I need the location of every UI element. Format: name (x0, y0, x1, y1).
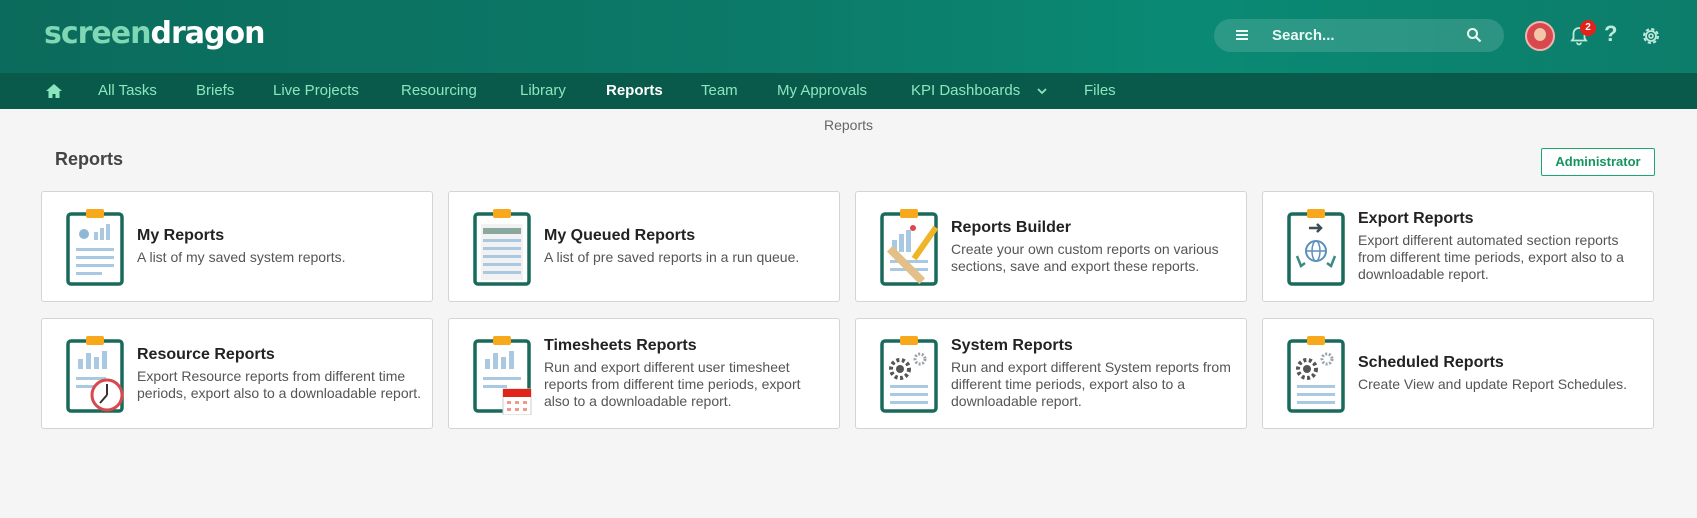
card-title: Reports Builder (951, 218, 1072, 236)
screendragon-logo[interactable]: screendragon (44, 16, 265, 51)
nav-item-library[interactable]: Library (520, 82, 566, 99)
report-card-my-reports[interactable]: My Reports A list of my saved system rep… (41, 191, 433, 302)
nav-item-briefs[interactable]: Briefs (196, 82, 234, 99)
card-description: Create View and update Report Schedules. (1358, 376, 1628, 392)
card-title: My Reports (137, 227, 225, 244)
nav-item-files[interactable]: Files (1084, 82, 1116, 99)
nav-item-team[interactable]: Team (701, 82, 738, 99)
search-icon[interactable] (1466, 27, 1482, 43)
card-title: System Reports (951, 337, 1073, 354)
report-card-resource-reports[interactable]: Resource Reports Export Resource reports… (41, 318, 433, 429)
home-icon[interactable] (44, 81, 64, 101)
report-card-system-reports[interactable]: System Reports Run and export different … (855, 318, 1247, 429)
clipboard-pencil-icon (880, 209, 939, 286)
report-card-export-reports[interactable]: Export Reports Export different automate… (1262, 191, 1654, 302)
menu-icon[interactable] (1234, 27, 1250, 43)
nav-item-kpi-dashboards[interactable]: KPI Dashboards (911, 82, 1020, 99)
nav-item-my-approvals[interactable]: My Approvals (777, 82, 867, 99)
card-description: Export Resource reports from different t… (137, 367, 422, 401)
clipboard-clock-icon (66, 336, 124, 413)
card-title: Resource Reports (137, 345, 275, 363)
card-title: My Queued Reports (544, 227, 696, 244)
gear-icon[interactable] (1640, 25, 1662, 47)
nav-item-resourcing[interactable]: Resourcing (401, 82, 477, 99)
report-card-reports-builder[interactable]: Reports Builder Create your own custom r… (855, 191, 1247, 302)
nav-item-live-projects[interactable]: Live Projects (273, 82, 359, 99)
top-header: screendragon Search... 2 ? (0, 0, 1697, 73)
nav-item-reports[interactable]: Reports (606, 82, 663, 99)
search-input[interactable]: Search... (1272, 27, 1335, 44)
card-title: Scheduled Reports (1358, 354, 1504, 371)
clipboard-calendar-icon (473, 336, 532, 415)
card-description: Export different automated section repor… (1358, 232, 1624, 282)
avatar-face (1534, 28, 1546, 41)
report-card-timesheets-reports[interactable]: Timesheets Reports Run and export differ… (448, 318, 840, 429)
avatar[interactable] (1525, 21, 1555, 51)
help-icon[interactable]: ? (1604, 21, 1617, 47)
card-description: Run and export different user timesheet … (544, 359, 801, 409)
nav-item-all-tasks[interactable]: All Tasks (98, 82, 157, 99)
card-description: A list of pre saved reports in a run que… (544, 249, 800, 265)
clipboard-list-icon (473, 209, 531, 286)
clipboard-gears-icon (1287, 336, 1345, 413)
card-title: Timesheets Reports (544, 337, 697, 354)
page-title: Reports (55, 149, 124, 169)
notification-badge: 2 (1580, 20, 1596, 36)
main-nav: All Tasks Briefs Live Projects Resourcin… (0, 73, 1697, 109)
search-bar[interactable]: Search... (1214, 19, 1504, 52)
clipboard-chart-icon (66, 209, 124, 286)
card-description: Create your own custom reports on variou… (951, 240, 1219, 274)
administrator-button[interactable]: Administrator (1541, 148, 1655, 176)
clipboard-globe-icon (1287, 209, 1345, 286)
card-description: A list of my saved system reports. (137, 249, 346, 265)
chevron-down-icon[interactable] (1036, 85, 1048, 97)
card-description: Run and export different System reports … (951, 359, 1231, 409)
clipboard-gears-icon (880, 336, 938, 413)
report-card-scheduled-reports[interactable]: Scheduled Reports Create View and update… (1262, 318, 1654, 429)
breadcrumb: Reports (823, 117, 874, 133)
card-title: Export Reports (1358, 210, 1474, 227)
report-card-my-queued-reports[interactable]: My Queued Reports A list of pre saved re… (448, 191, 840, 302)
